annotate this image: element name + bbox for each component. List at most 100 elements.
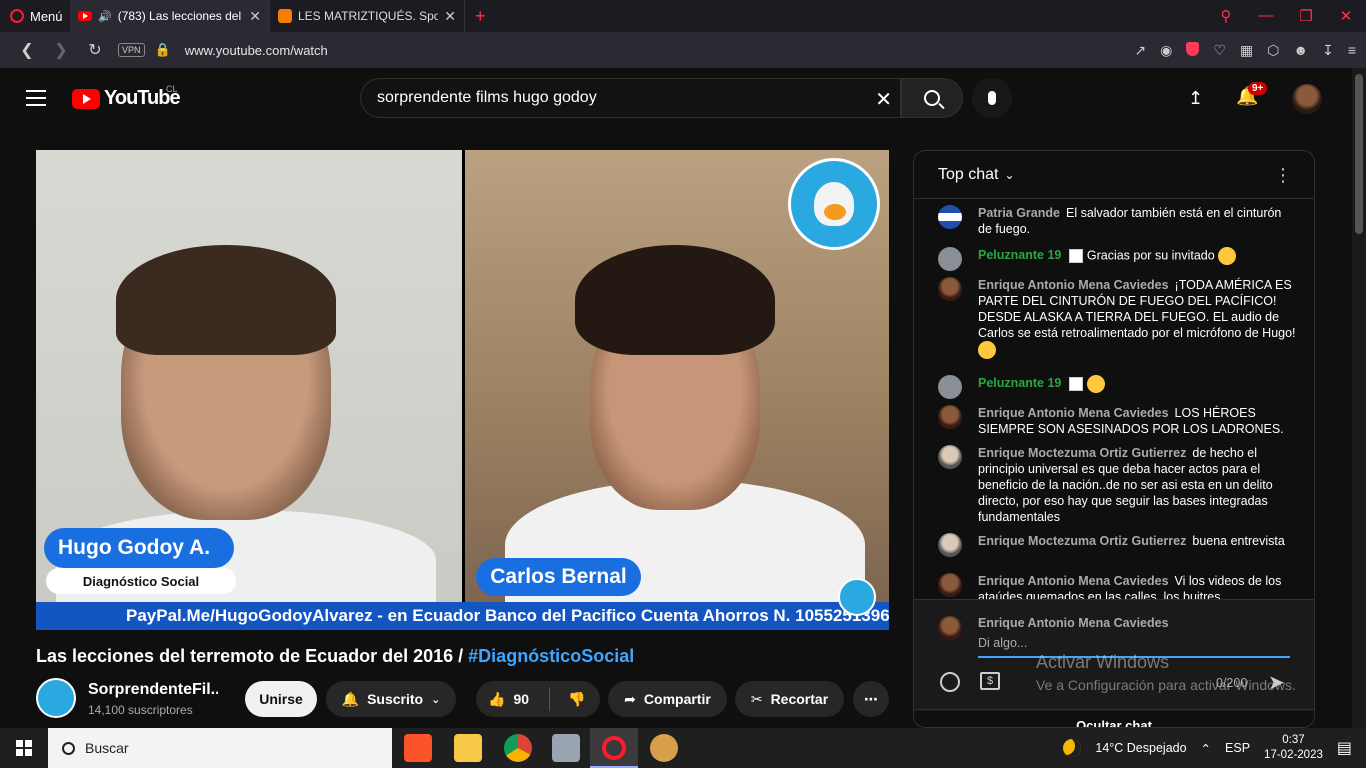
guest-left-hair: [116, 245, 336, 355]
profile-icon[interactable]: ☻: [1293, 42, 1308, 59]
author-name[interactable]: Enrique Antonio Mena Caviedes: [978, 406, 1169, 420]
my-author-name: Enrique Antonio Mena Caviedes: [978, 616, 1169, 630]
upload-icon[interactable]: ↥: [1188, 88, 1203, 109]
emoji-picker-icon[interactable]: [940, 672, 960, 692]
blogger-favicon-icon: [278, 9, 292, 23]
author-avatar[interactable]: [938, 247, 962, 271]
close-tab-icon[interactable]: ✕: [444, 8, 456, 25]
channel-name[interactable]: SorprendenteFil...: [88, 681, 218, 699]
share-button[interactable]: ➦ Compartir: [608, 681, 727, 717]
donation-ticker: PayPal.Me/HugoGodoyAlvarez - en Ecuador …: [36, 602, 889, 630]
chat-header[interactable]: Top chat ⌄ ⋮: [914, 151, 1314, 199]
video-player[interactable]: Hugo Godoy A. Diagnóstico Social Carlos …: [36, 150, 889, 630]
like-count: 90: [513, 691, 530, 707]
new-tab-icon[interactable]: +: [465, 6, 496, 27]
author-avatar[interactable]: [938, 405, 962, 429]
tab-blogger[interactable]: LES MATRIZTIQUÉS. Spoile ✕: [270, 0, 465, 32]
subscriber-count: 14,100 suscriptores: [88, 703, 193, 717]
clip-button[interactable]: ✂ Recortar: [735, 681, 844, 717]
speaker-icon[interactable]: 🔊: [98, 10, 112, 23]
search-button[interactable]: [901, 78, 963, 118]
author-avatar[interactable]: [938, 573, 962, 597]
channel-watermark[interactable]: [838, 578, 876, 616]
hide-chat-button[interactable]: Ocultar chat: [914, 709, 1314, 727]
tab-youtube[interactable]: 🔊 (783) Las lecciones del t ✕: [70, 0, 270, 32]
author-name[interactable]: Enrique Moctezuma Ortiz Gutierrez: [978, 534, 1186, 548]
weather-text[interactable]: 14°C Despejado: [1095, 741, 1186, 755]
super-chat-icon[interactable]: $: [980, 672, 1000, 690]
notifications-button[interactable]: 🔔 9+: [1236, 82, 1268, 107]
chat-message-list[interactable]: Patria Grande El salvador también está en…: [914, 199, 1314, 599]
author-name[interactable]: Peluznante 19: [978, 376, 1061, 390]
author-avatar[interactable]: [938, 445, 962, 469]
weather-moon-icon[interactable]: [1063, 739, 1082, 757]
search-input[interactable]: sorprendente films hugo godoy ✕: [360, 78, 901, 118]
page-scrollbar-thumb[interactable]: [1355, 74, 1363, 234]
system-tray: 14°C Despejado ⌃ ESP 0:37 17-02-2023 ▤: [1063, 728, 1366, 768]
vpn-badge[interactable]: VPN: [118, 43, 145, 57]
cube-icon[interactable]: ⬡: [1267, 42, 1279, 59]
opera-menu-button[interactable]: Menú: [0, 0, 70, 32]
channel-avatar[interactable]: [36, 678, 76, 718]
account-avatar[interactable]: [1292, 84, 1322, 114]
brave-icon[interactable]: [404, 734, 432, 762]
chat-menu-icon[interactable]: ⋮: [1274, 165, 1292, 186]
close-window-icon[interactable]: ✕: [1326, 7, 1366, 25]
back-icon[interactable]: ❮: [10, 40, 44, 60]
search-value: sorprendente films hugo godoy: [377, 89, 597, 106]
notifications-icon[interactable]: ▤: [1337, 738, 1352, 758]
join-button[interactable]: Unirse: [245, 681, 317, 717]
minimize-icon[interactable]: —: [1246, 7, 1286, 25]
author-avatar[interactable]: [938, 533, 962, 557]
clock-date: 17-02-2023: [1264, 749, 1323, 761]
language-indicator[interactable]: ESP: [1225, 741, 1250, 755]
notepad-icon[interactable]: [552, 734, 580, 762]
reload-icon[interactable]: ↻: [78, 40, 112, 60]
guide-menu-icon[interactable]: [26, 90, 46, 111]
author-name[interactable]: Patria Grande: [978, 206, 1060, 220]
opera-taskbar-button[interactable]: [590, 728, 638, 768]
thumbs-down-icon[interactable]: 👎: [568, 691, 585, 708]
like-button[interactable]: 👍 90 👎: [476, 681, 600, 717]
author-name[interactable]: Enrique Moctezuma Ortiz Gutierrez: [978, 446, 1186, 460]
camera-icon[interactable]: ◉: [1160, 42, 1172, 59]
chat-message: Enrique Antonio Mena Caviedes LOS HÉROES …: [938, 405, 1298, 437]
author-name[interactable]: Enrique Antonio Mena Caviedes: [978, 574, 1169, 588]
author-avatar[interactable]: [938, 205, 962, 229]
show-hidden-icons-icon[interactable]: ⌃: [1201, 741, 1211, 756]
download-icon[interactable]: ↧: [1322, 42, 1334, 59]
heart-icon[interactable]: ♡: [1213, 42, 1226, 59]
guest-right-name: Carlos Bernal: [476, 558, 641, 596]
author-avatar[interactable]: [938, 277, 962, 301]
voice-search-button[interactable]: [972, 78, 1012, 118]
more-actions-button[interactable]: ⋯: [853, 681, 889, 717]
taskbar-search[interactable]: Buscar: [48, 728, 392, 768]
subscribed-button[interactable]: 🔔 Suscrito ⌄: [326, 681, 456, 717]
chat-message: Enrique Moctezuma Ortiz Gutierrez buena e…: [938, 533, 1298, 557]
page-scrollbar[interactable]: [1352, 68, 1366, 728]
chat-message: Enrique Antonio Mena Caviedes Vi los vide…: [938, 573, 1298, 599]
clear-search-icon[interactable]: ✕: [875, 87, 892, 112]
clock[interactable]: 0:37 17-02-2023: [1264, 733, 1323, 763]
youtube-logo[interactable]: YouTube: [72, 87, 181, 110]
paint-icon[interactable]: [650, 734, 678, 762]
close-tab-icon[interactable]: ✕: [249, 8, 261, 25]
lock-icon[interactable]: 🔒: [155, 42, 171, 58]
author-name[interactable]: Peluznante 19: [978, 248, 1061, 262]
forward-icon[interactable]: ❯: [44, 40, 78, 60]
wallet-icon[interactable]: ▦: [1240, 42, 1253, 59]
author-name[interactable]: Enrique Antonio Mena Caviedes: [978, 278, 1169, 292]
hashtag-link[interactable]: #DiagnósticoSocial: [468, 646, 634, 666]
chrome-icon[interactable]: [504, 734, 532, 762]
start-button[interactable]: [0, 728, 48, 768]
author-avatar[interactable]: [938, 375, 962, 399]
file-explorer-icon[interactable]: [454, 734, 482, 762]
restore-icon[interactable]: ❐: [1286, 7, 1326, 25]
url-field[interactable]: www.youtube.com/watch: [185, 43, 328, 58]
message-text: Gracias por su invitado: [1086, 248, 1215, 263]
search-tabs-icon[interactable]: ⚲: [1206, 7, 1246, 25]
chat-message: Enrique Moctezuma Ortiz Gutierrez de hech…: [938, 445, 1298, 525]
easy-setup-icon[interactable]: ≡: [1348, 42, 1356, 59]
share-page-icon[interactable]: ↗: [1134, 42, 1146, 59]
adblock-shield-icon[interactable]: [1186, 41, 1200, 56]
